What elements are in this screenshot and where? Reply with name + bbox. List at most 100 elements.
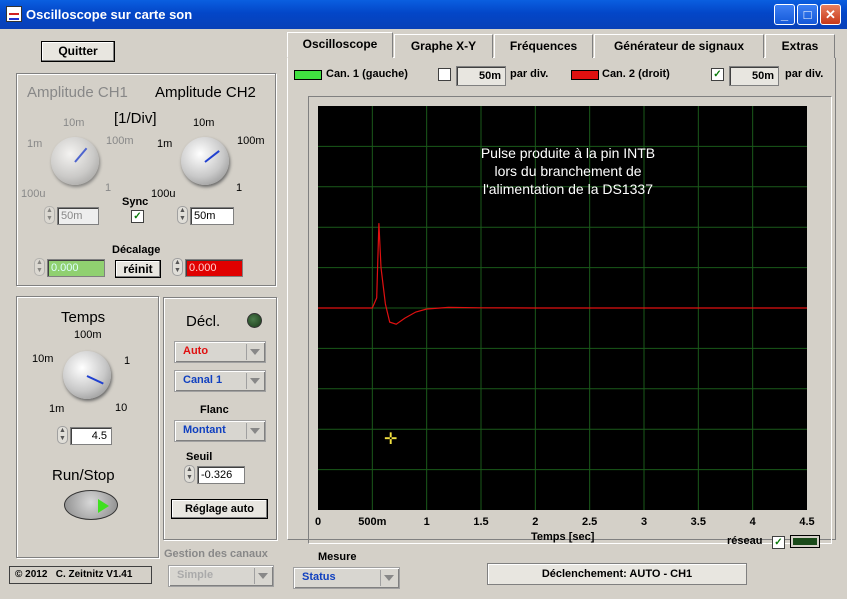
channel-mgmt-dropdown[interactable]: Simple [168,565,274,587]
channel-mgmt-value: Simple [177,569,214,581]
annotation-line-2: lors du branchement de [494,163,642,179]
ch1-scale-100u: 100u [21,188,46,200]
threshold-field[interactable]: -0.326 [197,466,245,484]
x-tick-label: 500m [358,516,387,528]
threshold-label: Seuil [186,451,213,463]
ch1-amp-field[interactable]: 50m [57,207,99,225]
slope-label: Flanc [200,404,229,416]
x-tick-label: 0 [314,516,322,528]
x-tick-label: 2 [532,516,539,528]
trigger-title: Décl. [186,313,221,330]
ch1-amplitude-knob[interactable] [51,137,99,185]
grid-label: réseau [727,535,763,547]
ch1-scale-1: 1 [105,182,112,194]
runstop-label: Run/Stop [52,467,115,484]
ch1-scale-10m: 10m [63,117,85,129]
reset-offset-button[interactable]: réinit [115,260,161,278]
x-tick-labels: 0 500m 1 1.5 2 2.5 3 3.5 4 4.5 [0,516,847,532]
tab-signal-generator[interactable]: Générateur de signaux [594,34,764,58]
time-field[interactable]: 4.5 [70,427,112,445]
grid-checkbox[interactable]: ✓ [772,536,785,549]
annotation-line-3: l'alimentation de la DS1337 [482,181,653,197]
minimize-button[interactable]: _ [774,4,795,25]
x-tick-label: 4.5 [799,516,815,528]
trigger-channel-value: Canal 1 [183,374,223,386]
time-scale-100m: 100m [74,329,102,341]
play-icon [98,499,109,513]
sync-label: Sync [122,196,149,208]
ch1-color-swatch [294,70,322,80]
close-button[interactable]: ✕ [820,4,841,25]
annotation-line-1: Pulse produite à la pin INTB [480,145,656,161]
x-axis-label: Temps [sec] [531,531,595,543]
x-tick-label: 4 [749,516,756,528]
ch1-scale-100m: 100m [106,135,134,147]
ch2-offset-spinner[interactable]: ▲ ▼ [172,258,183,276]
trigger-mode-dropdown[interactable]: Auto [174,341,266,363]
ch2-per-div-field[interactable]: 50m [729,66,779,86]
ch2-color-swatch [571,70,599,80]
ch1-checkbox[interactable]: ✓ [438,68,451,81]
trigger-channel-dropdown[interactable]: Canal 1 [174,370,266,392]
ch1-scale-1m: 1m [27,138,43,150]
plot-annotation: Pulse produite à la pin INTB lors du bra… [438,144,698,198]
x-tick-label: 1.5 [473,516,489,528]
amp-ch2-label: Amplitude CH2 [155,84,256,101]
measure-label: Mesure [318,551,357,563]
x-tick-label: 3.5 [690,516,706,528]
x-tick-label: 2.5 [582,516,598,528]
trigger-mode-value: Auto [183,345,209,357]
threshold-spinner[interactable]: ▲ ▼ [184,465,195,483]
time-scale-1m: 1m [49,403,65,415]
app-icon [6,6,22,22]
div-label: [1/Div] [114,110,157,127]
window-title: Oscilloscope sur carte son [26,7,193,22]
sync-checkbox[interactable]: ✓ [131,210,144,223]
ch2-scale-10m: 10m [193,117,215,129]
status-bar: Déclenchement: AUTO - CH1 [487,563,747,585]
ch1-label: Can. 1 (gauche) [326,68,408,80]
tab-extras[interactable]: Extras [765,34,835,58]
time-scale-10m: 10m [32,353,54,365]
ch2-label: Can. 2 (droit) [602,68,670,80]
copyright: © 2012 C. Zeitnitz V1.41 [9,566,152,584]
title-bar: Oscilloscope sur carte son _ □ ✕ [0,0,847,29]
amp-ch1-label: Amplitude CH1 [27,84,128,101]
ch1-offset-field[interactable]: 0.000 [47,259,105,277]
trigger-led [247,313,262,328]
x-tick-label: 1 [423,516,430,528]
measure-value: Status [302,571,336,583]
ch2-unit: par div. [785,68,824,80]
tab-frequencies[interactable]: Fréquences [494,34,593,58]
oscilloscope-display[interactable]: Pulse produite à la pin INTB lors du bra… [318,106,807,510]
crosshair-cursor-icon[interactable]: ✛ [384,432,397,448]
x-tick-label: 3 [640,516,648,528]
measure-dropdown[interactable]: Status [293,567,400,589]
ch2-amp-spinner[interactable]: ▲ ▼ [177,206,188,224]
ch1-offset-spinner[interactable]: ▲ ▼ [34,258,45,276]
ch2-checkbox[interactable]: ✓ [711,68,724,81]
ch2-scale-100m: 100m [237,135,265,147]
ch2-offset-field[interactable]: 0.000 [185,259,243,277]
quit-button[interactable]: Quitter [41,41,115,62]
maximize-button[interactable]: □ [797,4,818,25]
ch2-amp-field[interactable]: 50m [190,207,234,225]
ch2-scale-100u: 100u [151,188,176,200]
time-scale-10: 10 [115,402,128,414]
ch2-amplitude-knob[interactable] [181,137,229,185]
ch1-amp-spinner[interactable]: ▲ ▼ [44,206,55,224]
time-scale-1: 1 [124,355,131,367]
time-knob[interactable] [63,351,111,399]
time-label: Temps [61,309,106,326]
tab-oscilloscope[interactable]: Oscilloscope [287,32,393,58]
channel-mgmt-label: Gestion des canaux [164,548,268,560]
time-spinner[interactable]: ▲ ▼ [57,426,68,444]
ch1-per-div-field[interactable]: 50m [456,66,506,86]
offset-label: Décalage [112,244,161,256]
tab-xy-graph[interactable]: Graphe X-Y [394,34,493,58]
ch2-scale-1: 1 [236,182,243,194]
trigger-slope-dropdown[interactable]: Montant [174,420,266,442]
ch1-unit: par div. [510,68,549,80]
trigger-slope-value: Montant [183,424,226,436]
grid-color-swatch[interactable] [790,535,820,548]
